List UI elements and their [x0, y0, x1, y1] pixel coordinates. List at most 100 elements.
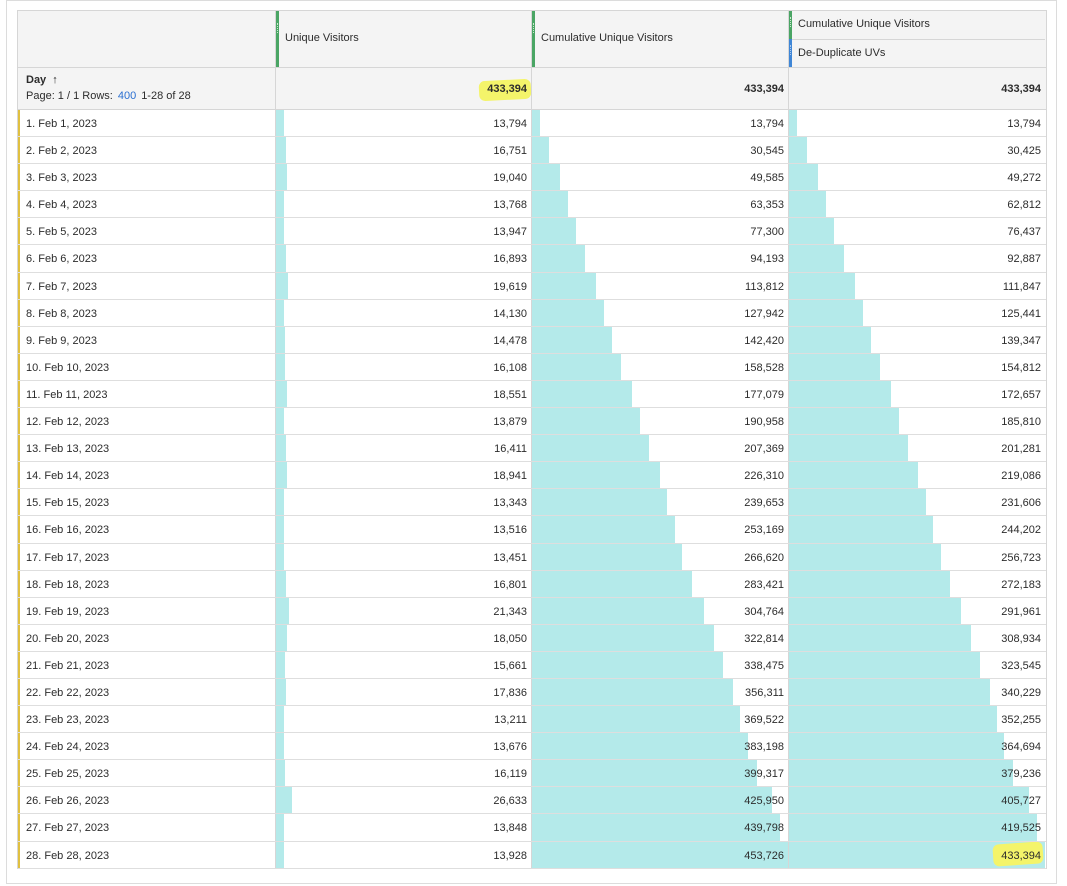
- metric-value: 113,812: [745, 280, 784, 293]
- day-cell[interactable]: 4. Feb 4, 2023: [26, 199, 97, 211]
- value-bar: [276, 164, 288, 191]
- row-selection-marker: [18, 435, 20, 462]
- table-row[interactable]: 17. Feb 17, 2023 13,451 266,620 256,723: [18, 543, 1046, 571]
- row-selection-marker: [18, 489, 20, 516]
- table-row[interactable]: 13. Feb 13, 2023 16,411 207,369 201,281: [18, 435, 1046, 463]
- table-row[interactable]: 9. Feb 9, 2023 14,478 142,420 139,347: [18, 326, 1046, 354]
- table-row[interactable]: 11. Feb 11, 2023 18,551 177,079 172,657: [18, 380, 1046, 409]
- table-row[interactable]: 6. Feb 6, 2023 16,893 94,193 92,887: [18, 245, 1046, 273]
- day-cell[interactable]: 2. Feb 2, 2023: [26, 145, 97, 157]
- day-cell[interactable]: 9. Feb 9, 2023: [26, 335, 97, 347]
- metric-value: 62,812: [1007, 199, 1041, 212]
- table-row[interactable]: 16. Feb 16, 2023 13,516 253,169 244,202: [18, 516, 1046, 544]
- day-cell[interactable]: 18. Feb 18, 2023: [26, 579, 109, 591]
- day-cell[interactable]: 22. Feb 22, 2023: [26, 687, 109, 699]
- table-row[interactable]: 21. Feb 21, 2023 15,661 338,475 323,545: [18, 651, 1046, 679]
- day-cell[interactable]: 23. Feb 23, 2023: [26, 714, 109, 726]
- row-selection-marker: [18, 272, 20, 299]
- metric-header-cumulative-dedup[interactable]: Cumulative Unique Visitors De-Duplicate …: [788, 11, 1045, 67]
- metric-color-bar[interactable]: [276, 11, 279, 67]
- value-bar: [789, 624, 972, 651]
- day-cell[interactable]: 1. Feb 1, 2023: [26, 118, 97, 130]
- day-cell[interactable]: 10. Feb 10, 2023: [26, 362, 109, 374]
- metric-cell-dedup: 379,236: [788, 760, 1045, 787]
- table-row[interactable]: 4. Feb 4, 2023 13,768 63,353 62,812: [18, 191, 1046, 219]
- metric-value: 30,545: [750, 145, 784, 158]
- metric-header-unique-visitors[interactable]: Unique Visitors: [275, 11, 531, 67]
- table-row[interactable]: 7. Feb 7, 2023 19,619 113,812 111,847: [18, 272, 1046, 300]
- day-cell[interactable]: 14. Feb 14, 2023: [26, 470, 109, 482]
- day-cell[interactable]: 8. Feb 8, 2023: [26, 308, 97, 320]
- day-cell[interactable]: 7. Feb 7, 2023: [26, 281, 97, 293]
- day-cell[interactable]: 15. Feb 15, 2023: [26, 497, 109, 509]
- day-cell[interactable]: 20. Feb 20, 2023: [26, 633, 109, 645]
- total-cell-uv: 433,394: [275, 68, 532, 109]
- value-bar: [789, 787, 1029, 814]
- day-cell[interactable]: 6. Feb 6, 2023: [26, 253, 97, 265]
- value-bar: [532, 651, 723, 678]
- day-cell[interactable]: 25. Feb 25, 2023: [26, 768, 109, 780]
- metric-cell-cum: 13,794: [531, 110, 788, 137]
- table-row[interactable]: 26. Feb 26, 2023 26,633 425,950 405,727: [18, 787, 1046, 815]
- metric-cell-cum: 283,421: [531, 570, 788, 597]
- metric-cell-uv: 13,211: [275, 706, 531, 733]
- table-row[interactable]: 19. Feb 19, 2023 21,343 304,764 291,961: [18, 597, 1046, 625]
- metric-cell-uv: 16,801: [275, 570, 531, 597]
- row-selection-marker: [18, 543, 20, 570]
- day-cell[interactable]: 5. Feb 5, 2023: [26, 226, 97, 238]
- metric-cell-dedup: 125,441: [788, 299, 1045, 326]
- day-cell[interactable]: 21. Feb 21, 2023: [26, 660, 109, 672]
- metric-cell-dedup: 352,255: [788, 706, 1045, 733]
- metric-cell-dedup: 172,657: [788, 380, 1045, 408]
- table-row[interactable]: 8. Feb 8, 2023 14,130 127,942 125,441: [18, 299, 1046, 327]
- table-row[interactable]: 10. Feb 10, 2023 16,108 158,528 154,812: [18, 353, 1046, 381]
- dimension-label[interactable]: Day ↑: [26, 74, 58, 86]
- metric-color-bar[interactable]: [532, 11, 535, 67]
- metric-header-label: Cumulative Unique Visitors: [541, 32, 673, 44]
- table-row[interactable]: 5. Feb 5, 2023 13,947 77,300 76,437: [18, 218, 1046, 246]
- table-row[interactable]: 25. Feb 25, 2023 16,119 399,317 379,236: [18, 760, 1046, 788]
- dimension-name: Day: [26, 74, 47, 86]
- metric-value: 30,425: [1007, 145, 1041, 158]
- day-cell[interactable]: 17. Feb 17, 2023: [26, 552, 109, 564]
- table-row[interactable]: 28. Feb 28, 2023 13,928 453,726 433,394: [18, 841, 1046, 869]
- metric-cell-cum: 399,317: [531, 760, 788, 787]
- table-row[interactable]: 22. Feb 22, 2023 17,836 356,311 340,229: [18, 678, 1046, 707]
- table-row[interactable]: 2. Feb 2, 2023 16,751 30,545 30,425: [18, 137, 1046, 165]
- day-cell[interactable]: 19. Feb 19, 2023: [26, 606, 109, 618]
- table-row[interactable]: 24. Feb 24, 2023 13,676 383,198 364,694: [18, 733, 1046, 761]
- metric-value: 352,255: [1001, 714, 1041, 727]
- day-cell[interactable]: 3. Feb 3, 2023: [26, 172, 97, 184]
- metric-value: 13,211: [494, 714, 527, 727]
- value-bar: [276, 787, 292, 814]
- day-cell[interactable]: 13. Feb 13, 2023: [26, 443, 109, 455]
- table-row[interactable]: 3. Feb 3, 2023 19,040 49,585 49,272: [18, 164, 1046, 192]
- sort-arrow-icon[interactable]: ↑: [52, 74, 58, 86]
- table-row[interactable]: 14. Feb 14, 2023 18,941 226,310 219,086: [18, 462, 1046, 490]
- day-cell[interactable]: 24. Feb 24, 2023: [26, 741, 109, 753]
- metric-cell-uv: 21,343: [275, 597, 531, 624]
- table-row[interactable]: 18. Feb 18, 2023 16,801 283,421 272,183: [18, 570, 1046, 598]
- table-row[interactable]: 15. Feb 15, 2023 13,343 239,653 231,606: [18, 489, 1046, 517]
- table-row[interactable]: 27. Feb 27, 2023 13,848 439,798 419,525: [18, 814, 1046, 842]
- day-cell[interactable]: 12. Feb 12, 2023: [26, 416, 109, 428]
- metric-value: 13,794: [750, 118, 784, 130]
- metric-value: 19,619: [493, 280, 527, 293]
- table-row[interactable]: 1. Feb 1, 2023 13,794 13,794 13,794: [18, 110, 1046, 138]
- rows-per-page-select[interactable]: 400: [118, 90, 136, 102]
- metric-header-cumulative[interactable]: Cumulative Unique Visitors: [531, 11, 788, 67]
- table-row[interactable]: 12. Feb 12, 2023 13,879 190,958 185,810: [18, 408, 1046, 436]
- segment-color-bar[interactable]: [789, 39, 792, 67]
- day-cell[interactable]: 28. Feb 28, 2023: [26, 850, 109, 862]
- table-row[interactable]: 23. Feb 23, 2023 13,211 369,522 352,255: [18, 706, 1046, 734]
- value-bar: [276, 435, 286, 462]
- metric-value: 16,119: [494, 768, 527, 781]
- day-cell[interactable]: 27. Feb 27, 2023: [26, 822, 109, 834]
- day-cell[interactable]: 11. Feb 11, 2023: [26, 389, 108, 401]
- day-cell[interactable]: 16. Feb 16, 2023: [26, 524, 109, 536]
- metric-color-bar[interactable]: [789, 11, 792, 39]
- value-bar: [789, 245, 844, 272]
- value-bar: [532, 245, 586, 272]
- table-row[interactable]: 20. Feb 20, 2023 18,050 322,814 308,934: [18, 624, 1046, 652]
- day-cell[interactable]: 26. Feb 26, 2023: [26, 795, 109, 807]
